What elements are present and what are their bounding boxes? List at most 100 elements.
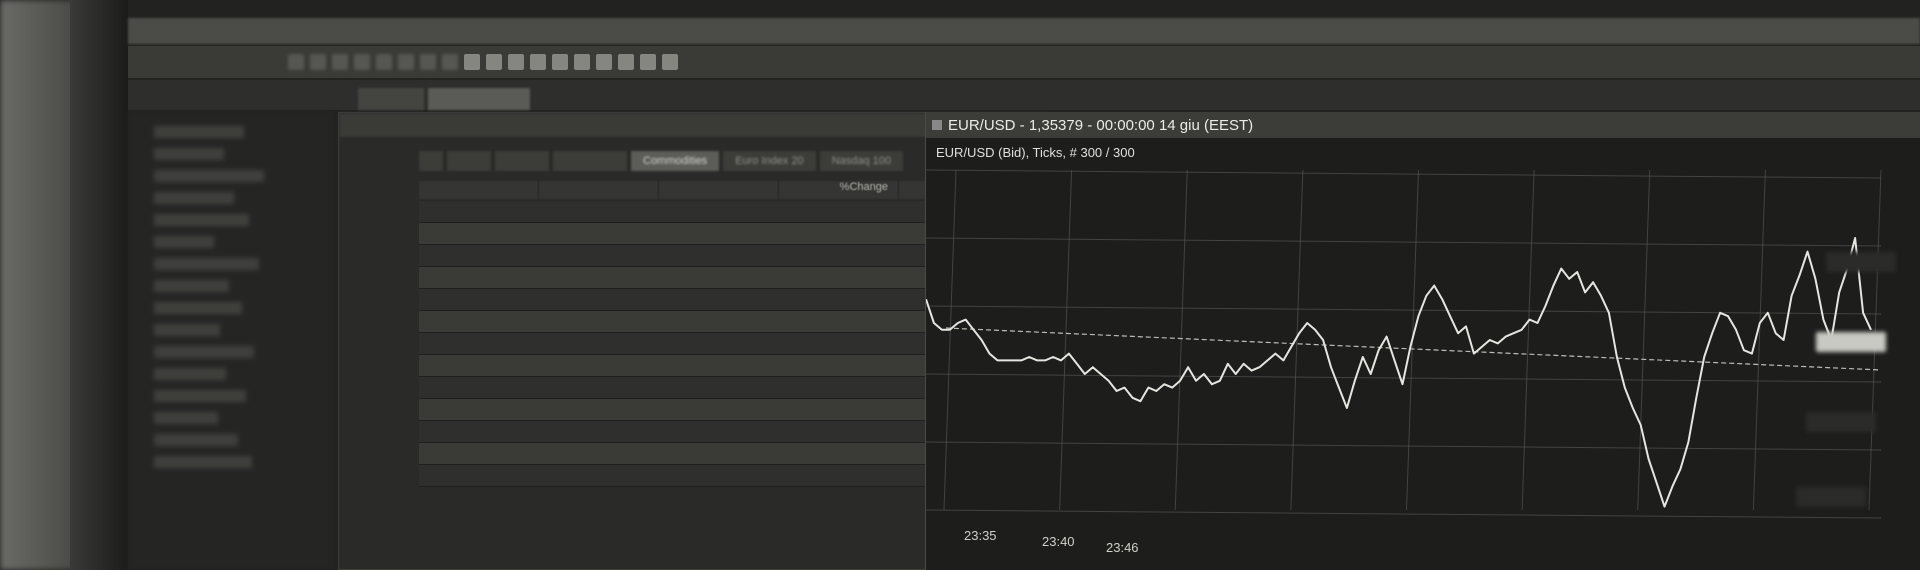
table-cell (539, 421, 659, 442)
table-cell (659, 377, 779, 398)
navigator-item[interactable] (154, 236, 214, 248)
grid-line-vertical (1059, 169, 1073, 511)
navigator-item[interactable] (154, 434, 238, 446)
toolbar-icon[interactable] (486, 54, 502, 70)
toolbar-icon[interactable] (530, 54, 546, 70)
toolbar-icon[interactable] (464, 54, 480, 70)
navigator-item[interactable] (154, 214, 249, 226)
toolbar-icon[interactable] (288, 54, 304, 70)
navigator-item[interactable] (154, 126, 244, 138)
toolbar (128, 46, 1920, 78)
navigator-item[interactable] (154, 148, 224, 160)
price-chart[interactable]: 23:35 23:40 23:46 (926, 160, 1920, 570)
table-cell (419, 399, 539, 420)
navigator-item[interactable] (154, 346, 254, 358)
toolbar-icon[interactable] (574, 54, 590, 70)
market-tab[interactable] (553, 151, 627, 171)
table-cell (659, 223, 779, 244)
table-cell (539, 201, 659, 222)
toolbar-icon[interactable] (618, 54, 634, 70)
toolbar-icon[interactable] (420, 54, 436, 70)
table-cell (779, 245, 899, 266)
toolbar-icon[interactable] (640, 54, 656, 70)
table-cell (539, 267, 659, 288)
toolbar-icon[interactable] (552, 54, 568, 70)
navigator-item[interactable] (154, 368, 226, 380)
grid-line-horizontal (926, 441, 1882, 451)
market-tab[interactable] (495, 151, 549, 171)
chart-title: EUR/USD - 1,35379 - 00:00:00 14 giu (EES… (948, 117, 1254, 134)
table-cell (779, 443, 899, 464)
toolbar-icon[interactable] (442, 54, 458, 70)
table-cell (779, 267, 899, 288)
navigator-item[interactable] (154, 302, 242, 314)
chart-title-bar: EUR/USD - 1,35379 - 00:00:00 14 giu (EES… (926, 112, 1920, 138)
navigator-item[interactable] (154, 258, 259, 270)
market-tab[interactable] (419, 151, 443, 171)
trading-platform-screen: – □ × Commodities Euro Index 20 Nasdaq 1… (128, 0, 1920, 570)
market-tab-commodities[interactable]: Commodities (631, 151, 720, 171)
table-cell (539, 223, 659, 244)
workspace-tab[interactable] (427, 88, 530, 110)
navigator-item[interactable] (154, 456, 252, 468)
table-cell (659, 311, 779, 332)
table-cell (659, 267, 779, 288)
chart-panel: EUR/USD - 1,35379 - 00:00:00 14 giu (EES… (925, 112, 1920, 570)
table-cell (539, 245, 659, 266)
toolbar-icon[interactable] (596, 54, 612, 70)
current-price-label (1816, 332, 1886, 352)
table-cell (659, 245, 779, 266)
column-header[interactable] (539, 181, 659, 199)
table-cell (779, 399, 899, 420)
navigator-panel (128, 112, 333, 570)
table-cell (419, 289, 539, 310)
navigator-item[interactable] (154, 280, 229, 292)
toolbar-icon[interactable] (376, 54, 392, 70)
toolbar-icon[interactable] (508, 54, 524, 70)
table-cell (779, 201, 899, 222)
table-cell (419, 377, 539, 398)
table-cell (659, 333, 779, 354)
column-header-change[interactable]: %Change (779, 181, 899, 199)
column-header[interactable] (419, 181, 539, 199)
table-cell (779, 465, 899, 486)
table-cell (779, 377, 899, 398)
chart-window-icon (932, 120, 942, 130)
grid-line-vertical (1290, 169, 1304, 511)
market-tabs: Commodities Euro Index 20 Nasdaq 100 (419, 151, 904, 171)
market-tab-euro-index[interactable]: Euro Index 20 (723, 151, 816, 171)
table-cell (539, 465, 659, 486)
table-cell (539, 377, 659, 398)
navigator-item[interactable] (154, 324, 220, 336)
chart-subtitle: EUR/USD (Bid), Ticks, # 300 / 300 (936, 145, 1135, 160)
workspace-tabs (128, 80, 1920, 110)
table-cell (779, 421, 899, 442)
navigator-item[interactable] (154, 412, 218, 424)
table-cell (659, 289, 779, 310)
toolbar-icon[interactable] (398, 54, 414, 70)
market-tab-nasdaq[interactable]: Nasdaq 100 (819, 151, 904, 171)
grid-line-horizontal (926, 509, 1882, 519)
navigator-item[interactable] (154, 170, 264, 182)
x-tick-label: 23:40 (1042, 534, 1075, 549)
column-header[interactable] (659, 181, 779, 199)
table-cell (419, 421, 539, 442)
market-tab[interactable] (447, 151, 491, 171)
table-cell (779, 311, 899, 332)
table-cell (659, 465, 779, 486)
toolbar-icon[interactable] (332, 54, 348, 70)
grid-line-vertical (1174, 169, 1188, 511)
toolbar-icon[interactable] (310, 54, 326, 70)
workspace-tab[interactable] (358, 88, 424, 110)
toolbar-icon[interactable] (662, 54, 678, 70)
table-cell (539, 399, 659, 420)
table-cell (659, 201, 779, 222)
x-tick-label: 23:35 (964, 528, 997, 543)
navigator-item[interactable] (154, 390, 246, 402)
table-cell (659, 399, 779, 420)
table-cell (419, 223, 539, 244)
navigator-item[interactable] (154, 192, 234, 204)
toolbar-icon[interactable] (354, 54, 370, 70)
table-cell (419, 245, 539, 266)
table-cell (779, 333, 899, 354)
